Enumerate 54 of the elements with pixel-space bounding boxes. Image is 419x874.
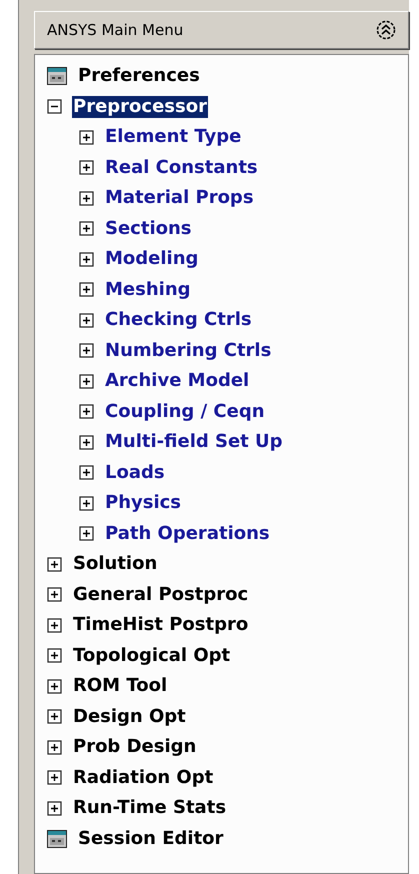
- window-icon: [47, 830, 67, 848]
- expand-icon[interactable]: [47, 678, 62, 694]
- tree-item[interactable]: Session Editor: [77, 828, 224, 850]
- expand-icon[interactable]: [47, 648, 62, 664]
- expand-icon[interactable]: [79, 465, 94, 480]
- tree-item[interactable]: Topological Opt: [72, 644, 232, 667]
- tree-item[interactable]: Multi-field Set Up: [104, 431, 284, 454]
- tree-item[interactable]: Radiation Opt: [72, 766, 214, 789]
- expand-icon[interactable]: [79, 282, 94, 298]
- tree-item[interactable]: Path Operations: [104, 522, 271, 545]
- collapse-icon[interactable]: [376, 20, 396, 40]
- expand-icon[interactable]: [79, 190, 94, 206]
- tree-item[interactable]: Meshing: [104, 278, 192, 301]
- tree-item[interactable]: TimeHist Postpro: [72, 614, 250, 636]
- tree-item[interactable]: Physics: [104, 492, 182, 514]
- tree-item[interactable]: Numbering Ctrls: [104, 340, 272, 362]
- expand-icon[interactable]: [47, 587, 62, 602]
- expand-icon[interactable]: [47, 556, 62, 572]
- tree-item[interactable]: Design Opt: [72, 706, 187, 728]
- tree-item[interactable]: Preferences: [77, 65, 201, 88]
- expand-icon[interactable]: [79, 343, 94, 358]
- expand-icon[interactable]: [47, 800, 62, 816]
- tree-item[interactable]: Sections: [104, 218, 193, 240]
- expand-icon[interactable]: [79, 160, 94, 176]
- expand-icon[interactable]: [79, 496, 94, 511]
- tree-item[interactable]: Checking Ctrls: [104, 309, 253, 332]
- expand-icon[interactable]: [47, 618, 62, 633]
- expand-icon[interactable]: [47, 770, 62, 786]
- tree-item[interactable]: Solution: [72, 553, 158, 576]
- tree-item[interactable]: Prob Design: [72, 736, 198, 758]
- tree-item[interactable]: ROM Tool: [72, 675, 168, 698]
- tree-item[interactable]: Coupling / Ceqn: [104, 400, 266, 423]
- expand-icon[interactable]: [47, 740, 62, 755]
- tree-item[interactable]: Loads: [104, 462, 166, 484]
- tree-item[interactable]: Modeling: [104, 248, 200, 270]
- expand-icon[interactable]: [79, 312, 94, 328]
- expand-icon[interactable]: [79, 434, 94, 450]
- tree-item[interactable]: Element Type: [104, 126, 242, 148]
- tree-item[interactable]: Run-Time Stats: [72, 797, 228, 820]
- panel-title: ANSYS Main Menu: [47, 20, 184, 41]
- expand-icon[interactable]: [79, 374, 94, 389]
- expand-icon[interactable]: [47, 709, 62, 724]
- collapse-icon[interactable]: [47, 99, 62, 114]
- tree-item[interactable]: Archive Model: [104, 370, 250, 392]
- tree-item[interactable]: Preprocessor: [72, 96, 208, 118]
- tree-item[interactable]: General Postproc: [72, 584, 250, 606]
- expand-icon[interactable]: [79, 404, 94, 420]
- expand-icon[interactable]: [79, 221, 94, 236]
- expand-icon[interactable]: [79, 130, 94, 145]
- expand-icon[interactable]: [79, 252, 94, 267]
- tree-item[interactable]: Real Constants: [104, 156, 259, 179]
- expand-icon[interactable]: [79, 526, 94, 542]
- tree-item[interactable]: Material Props: [104, 187, 255, 210]
- window-icon: [47, 67, 67, 86]
